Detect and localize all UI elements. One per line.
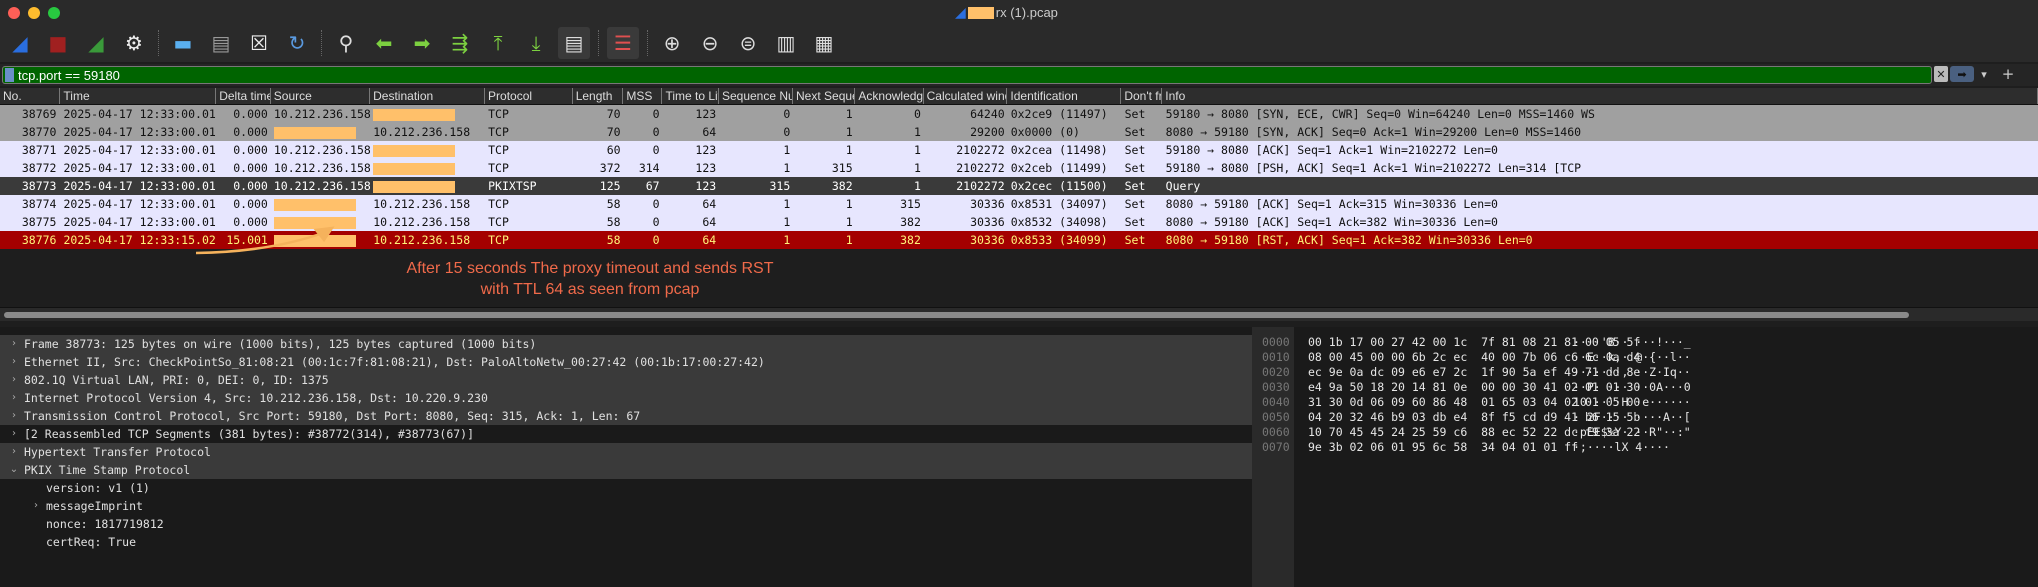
expand-right-icon[interactable]: › [4,407,24,425]
detail-text: Transmission Control Protocol, Src Port:… [24,409,641,423]
annotation-line-2: with TTL 64 as seen from pcap [480,281,700,298]
detail-tree-item: version: v1 (1) [0,479,1252,497]
hex-ascii: ··P· ··· ··0A···0 [1573,380,1691,394]
detail-tree-item[interactable]: › Hypertext Transfer Protocol [0,443,1252,461]
packet-list-horizontal-scrollbar[interactable] [0,307,2038,321]
hex-row: 0070 9e 3b 02 06 01 95 6c 58 34 04 01 01 … [1262,440,1670,455]
expand-right-icon[interactable]: › [4,371,24,389]
hex-row: 0030 e4 9a 50 18 20 14 81 0e 00 00 30 41 … [1262,380,1691,395]
detail-text: [2 Reassembled TCP Segments (381 bytes):… [24,427,475,441]
hex-row: 0060 10 70 45 45 24 25 59 c6 88 ec 52 22 … [1262,425,1691,440]
no-caret [26,533,46,551]
expand-right-icon[interactable]: › [4,353,24,371]
hex-off: 0010 [1262,350,1290,364]
detail-text: Frame 38773: 125 bytes on wire (1000 bit… [24,337,537,351]
expand-right-icon[interactable]: › [4,335,24,353]
hex-off: 0030 [1262,380,1290,394]
hex-ascii: 10···`·H ·e······ [1573,395,1691,409]
detail-tree-item[interactable]: › [2 Reassembled TCP Segments (381 bytes)… [0,425,1252,443]
detail-tree-item[interactable]: › messageImprint [0,497,1252,515]
expand-down-icon[interactable]: ⌄ [4,461,24,479]
expand-right-icon[interactable]: › [4,425,24,443]
detail-tree-item[interactable]: › Frame 38773: 125 bytes on wire (1000 bi… [0,335,1252,353]
hex-ascii: ·;····lX 4···· [1573,440,1670,454]
hex-bytes: 04 20 32 46 b9 03 db e4 8f f5 cd d9 41 b… [1308,410,1641,424]
detail-text: Internet Protocol Version 4, Src: 10.212… [24,391,488,405]
packet-details-pane: › Frame 38773: 125 bytes on wire (1000 bi… [0,327,1252,587]
scrollbar-thumb[interactable] [4,312,1909,318]
hex-off: 0050 [1262,410,1290,424]
arrowhead [313,226,335,243]
hex-row: 0010 08 00 45 00 00 6b 2c ec 40 00 7b 06 … [1262,350,1691,365]
hex-off: 0070 [1262,440,1290,454]
detail-tree-item[interactable]: › Transmission Control Protocol, Src Port… [0,407,1252,425]
expand-right-icon[interactable]: › [4,443,24,461]
hex-off: 0060 [1262,425,1290,439]
detail-tree-item: nonce: 1817719812 [0,515,1252,533]
packet-bytes-pane: 0000 00 1b 17 00 27 42 00 1c 7f 81 08 21 … [1258,327,2038,587]
detail-text: messageImprint [46,499,143,513]
detail-text: Ethernet II, Src: CheckPointSo_81:08:21 … [24,355,765,369]
annotation-arrow-rst [195,230,327,255]
detail-text: certReq: True [46,535,137,549]
detail-tree-item[interactable]: › Internet Protocol Version 4, Src: 10.21… [0,389,1252,407]
expand-right-icon[interactable]: › [26,497,46,515]
hex-off: 0000 [1262,335,1290,349]
hex-ascii: ····'B·· ···!···_ [1573,335,1691,349]
hex-bytes: 00 1b 17 00 27 42 00 1c 7f 81 08 21 81 0… [1308,335,1641,349]
hex-ascii: ·pEE$%Y· ··R"··:" [1573,425,1691,439]
detail-tree-item: certReq: True [0,533,1252,551]
detail-text: version: v1 (1) [46,481,150,495]
hex-row: 0050 04 20 32 46 b9 03 db e4 8f f5 cd d9 … [1262,410,1691,425]
hex-bytes: 10 70 45 45 24 25 59 c6 88 ec 52 22 dc f… [1308,425,1641,439]
hex-off: 0040 [1262,395,1290,409]
no-caret [26,515,46,533]
hex-bytes: e4 9a 50 18 20 14 81 0e 00 00 30 41 02 0… [1308,380,1641,394]
detail-tree-item[interactable]: › Ethernet II, Src: CheckPointSo_81:08:21… [0,353,1252,371]
detail-tree-item[interactable]: › 802.1Q Virtual LAN, PRI: 0, DEI: 0, ID:… [0,371,1252,389]
no-caret [26,479,46,497]
hex-bytes: 9e 3b 02 06 01 95 6c 58 34 04 01 01 ff [1308,440,1579,454]
detail-text: 802.1Q Virtual LAN, PRI: 0, DEI: 0, ID: … [24,373,329,387]
detail-text: nonce: 1817719812 [46,517,164,531]
hex-ascii: ·······, ··Z·Iq·· [1573,365,1691,379]
hex-off: 0020 [1262,365,1290,379]
expand-right-icon[interactable]: › [4,389,24,407]
hex-ascii: ··E··k,· @·{··l·· [1573,350,1691,364]
hex-bytes: ec 9e 0a dc 09 e6 e7 2c 1f 90 5a ef 49 7… [1308,365,1641,379]
hex-row: 0000 00 1b 17 00 27 42 00 1c 7f 81 08 21 … [1262,335,1691,350]
annotation-line-1: After 15 seconds The proxy timeout and s… [406,260,774,277]
detail-tree-item[interactable]: ⌄ PKIX Time Stamp Protocol [0,461,1252,479]
detail-text: PKIX Time Stamp Protocol [24,463,191,477]
hex-bytes: 31 30 0d 06 09 60 86 48 01 65 03 04 02 0… [1308,395,1641,409]
hex-bytes: 08 00 45 00 00 6b 2c ec 40 00 7b 06 c6 6… [1308,350,1641,364]
hex-ascii: · 2F···· ····A··[ [1573,410,1691,424]
details-top-gap [0,327,1252,335]
annotation-text: After 15 seconds The proxy timeout and s… [300,258,880,300]
hex-row: 0040 31 30 0d 06 09 60 86 48 01 65 03 04 … [1262,395,1691,410]
detail-text: Hypertext Transfer Protocol [24,445,211,459]
hex-row: 0020 ec 9e 0a dc 09 e6 e7 2c 1f 90 5a ef … [1262,365,1691,380]
